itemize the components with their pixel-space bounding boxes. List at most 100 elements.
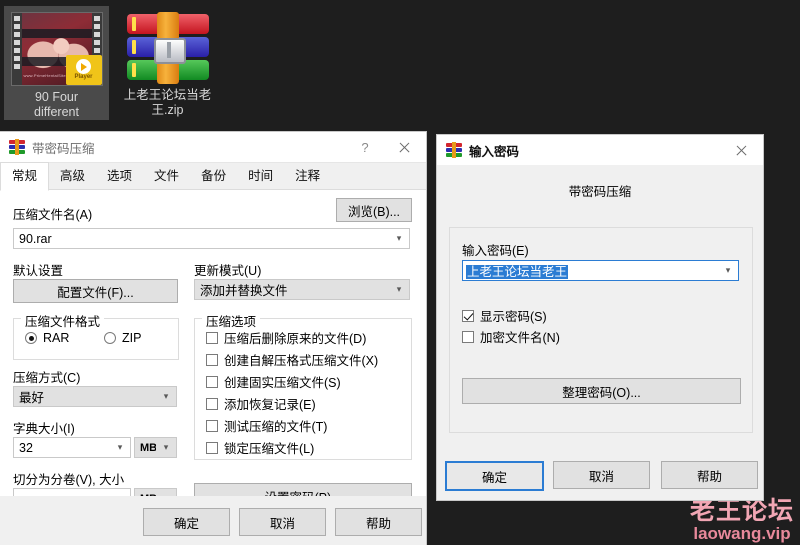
checkbox-show-password-indicator [462, 309, 474, 322]
checkbox-lock-archive-indicator [206, 441, 218, 454]
compression-method-label: 压缩方式(C) [13, 371, 81, 385]
checkbox-delete-after-indicator [206, 331, 218, 344]
chevron-down-icon: ▾ [117, 442, 123, 452]
password-settings-group: 输入密码(E) 上老王论坛当老王 ▾ 显示密码(S) 加密文件名(N) 整理密码… [449, 227, 753, 433]
password-value-wrap: 上老王论坛当老王 [466, 261, 718, 280]
winrar-archive-icon [123, 12, 213, 84]
dictionary-size-label: 字典大小(I) [13, 422, 75, 436]
browse-button[interactable]: 浏览(B)... [336, 198, 412, 222]
archive-name-value: 90.rar [19, 231, 52, 246]
checkbox-encrypt-filenames-indicator [462, 330, 474, 343]
password-label: 输入密码(E) [462, 244, 529, 258]
archive-name-label: 压缩文件名(A) [13, 208, 93, 222]
chevron-down-icon: ▾ [163, 442, 169, 452]
default-settings-label: 默认设置 [13, 264, 64, 278]
password-dialog-title: 输入密码 [469, 144, 520, 159]
desktop-icon-label-line1: 上老王论坛当老 [123, 88, 212, 102]
desktop-icon-video[interactable]: www.PrimeHentaiSites.com Player 90 Four … [4, 6, 109, 120]
checkbox-lock-archive-label: 锁定压缩文件(L) [224, 442, 315, 456]
dictionary-unit-value: MB [140, 441, 156, 454]
chevron-down-icon: ▾ [396, 233, 402, 243]
archive-dialog-titlebar[interactable]: 带密码压缩 ? [0, 132, 426, 163]
checkbox-test-archive[interactable]: 测试压缩的文件(T) [206, 416, 405, 435]
checkbox-recovery-record[interactable]: 添加恢复记录(E) [206, 394, 405, 413]
compression-method-select[interactable]: 最好 ▾ [13, 386, 177, 407]
archive-dialog-footer: 确定 取消 帮助 [0, 496, 426, 545]
password-value: 上老王论坛当老王 [466, 265, 569, 279]
checkbox-encrypt-filenames[interactable]: 加密文件名(N) [462, 327, 560, 346]
player-badge-label: Player [74, 74, 93, 80]
player-badge-icon: Player [65, 55, 102, 85]
tab-advanced[interactable]: 高级 [49, 163, 96, 190]
checkbox-delete-after-label: 压缩后删除原来的文件(D) [224, 332, 367, 346]
radio-rar-indicator [25, 332, 37, 344]
tab-backup[interactable]: 备份 [190, 163, 237, 190]
password-dialog-heading: 带密码压缩 [568, 185, 632, 199]
desktop-icon-archive[interactable]: 上老王论坛当老 王.zip [115, 6, 220, 118]
password-dialog-body: 带密码压缩 输入密码(E) 上老王论坛当老王 ▾ 显示密码(S) 加密文件名(N… [437, 165, 763, 500]
checkbox-delete-after[interactable]: 压缩后删除原来的文件(D) [206, 328, 405, 347]
desktop-icon-label-line1: 90 Four [34, 90, 79, 104]
profile-button[interactable]: 配置文件(F)... [13, 279, 178, 303]
chevron-down-icon: ▾ [163, 391, 169, 401]
checkbox-encrypt-filenames-label: 加密文件名(N) [480, 331, 560, 345]
checkbox-recovery-record-label: 添加恢复记录(E) [224, 398, 316, 412]
dictionary-unit-select[interactable]: MB ▾ [134, 437, 177, 458]
checkbox-test-archive-label: 测试压缩的文件(T) [224, 420, 328, 434]
desktop-icon-label-line2: 王.zip [151, 103, 184, 117]
tab-options[interactable]: 选项 [96, 163, 143, 190]
archive-cancel-button[interactable]: 取消 [239, 508, 326, 536]
video-thumbnail-icon: www.PrimeHentaiSites.com Player [10, 12, 103, 86]
checkbox-recovery-record-indicator [206, 397, 218, 410]
help-icon[interactable]: ? [348, 132, 382, 162]
password-cancel-button[interactable]: 取消 [553, 461, 650, 489]
checkbox-sfx-indicator [206, 353, 218, 366]
checkbox-sfx-label: 创建自解压格式压缩文件(X) [224, 354, 379, 368]
checkbox-solid[interactable]: 创建固实压缩文件(S) [206, 372, 405, 391]
update-mode-select[interactable]: 添加并替换文件 ▾ [194, 279, 410, 300]
archive-ok-button[interactable]: 确定 [143, 508, 230, 536]
compression-method-value: 最好 [19, 391, 45, 405]
radio-rar-label: RAR [43, 331, 70, 345]
dictionary-size-input[interactable]: 32 ▾ [13, 437, 131, 458]
checkbox-solid-label: 创建固实压缩文件(S) [224, 376, 341, 390]
chevron-down-icon: ▾ [725, 265, 731, 275]
close-button-password[interactable] [719, 135, 763, 165]
archive-name-input[interactable]: 90.rar ▾ [13, 228, 410, 249]
password-input[interactable]: 上老王论坛当老王 ▾ [462, 260, 739, 281]
password-dialog-titlebar[interactable]: 输入密码 [437, 135, 763, 166]
password-ok-button[interactable]: 确定 [445, 461, 544, 491]
watermark-cn-text: 老王论坛 [689, 497, 794, 525]
password-dialog-window: 输入密码 带密码压缩 输入密码(E) 上老王论坛当老王 ▾ 显示密码(S) 加密… [437, 135, 763, 500]
radio-rar[interactable]: RAR [25, 331, 69, 345]
checkbox-show-password-label: 显示密码(S) [480, 310, 547, 324]
radio-zip[interactable]: ZIP [104, 331, 141, 345]
radio-zip-indicator [104, 332, 116, 344]
compression-options-group: 压缩选项 压缩后删除原来的文件(D) 创建自解压格式压缩文件(X) 创建固实压缩… [194, 311, 412, 460]
radio-zip-label: ZIP [122, 331, 142, 345]
tab-time[interactable]: 时间 [237, 163, 284, 190]
tab-general[interactable]: 常规 [0, 162, 50, 191]
archive-dialog-title: 带密码压缩 [32, 141, 95, 156]
checkbox-show-password[interactable]: 显示密码(S) [462, 306, 547, 325]
password-help-button[interactable]: 帮助 [661, 461, 758, 489]
organize-passwords-button[interactable]: 整理密码(O)... [462, 378, 741, 404]
close-icon [398, 141, 411, 154]
winrar-icon [446, 142, 462, 158]
dictionary-size-value: 32 [19, 440, 33, 455]
winrar-icon [9, 139, 25, 155]
close-button-archive[interactable] [382, 132, 426, 162]
archive-dialog-window: 带密码压缩 ? 常规 高级 选项 文件 备份 时间 注释 压缩文件名(A) 浏览… [0, 132, 426, 545]
archive-format-group: 压缩文件格式 RAR ZIP [13, 311, 179, 360]
checkbox-lock-archive[interactable]: 锁定压缩文件(L) [206, 438, 405, 457]
tab-files[interactable]: 文件 [143, 163, 190, 190]
close-icon [735, 144, 748, 157]
checkbox-solid-indicator [206, 375, 218, 388]
checkbox-sfx[interactable]: 创建自解压格式压缩文件(X) [206, 350, 405, 369]
tab-comment[interactable]: 注释 [284, 163, 331, 190]
watermark-en-text: laowang.vip [693, 524, 791, 543]
desktop-icon-label-line2: different [34, 105, 79, 119]
archive-help-button[interactable]: 帮助 [335, 508, 422, 536]
watermark: 老王论坛 laowang.vip [690, 498, 794, 543]
chevron-down-icon: ▾ [396, 284, 402, 294]
